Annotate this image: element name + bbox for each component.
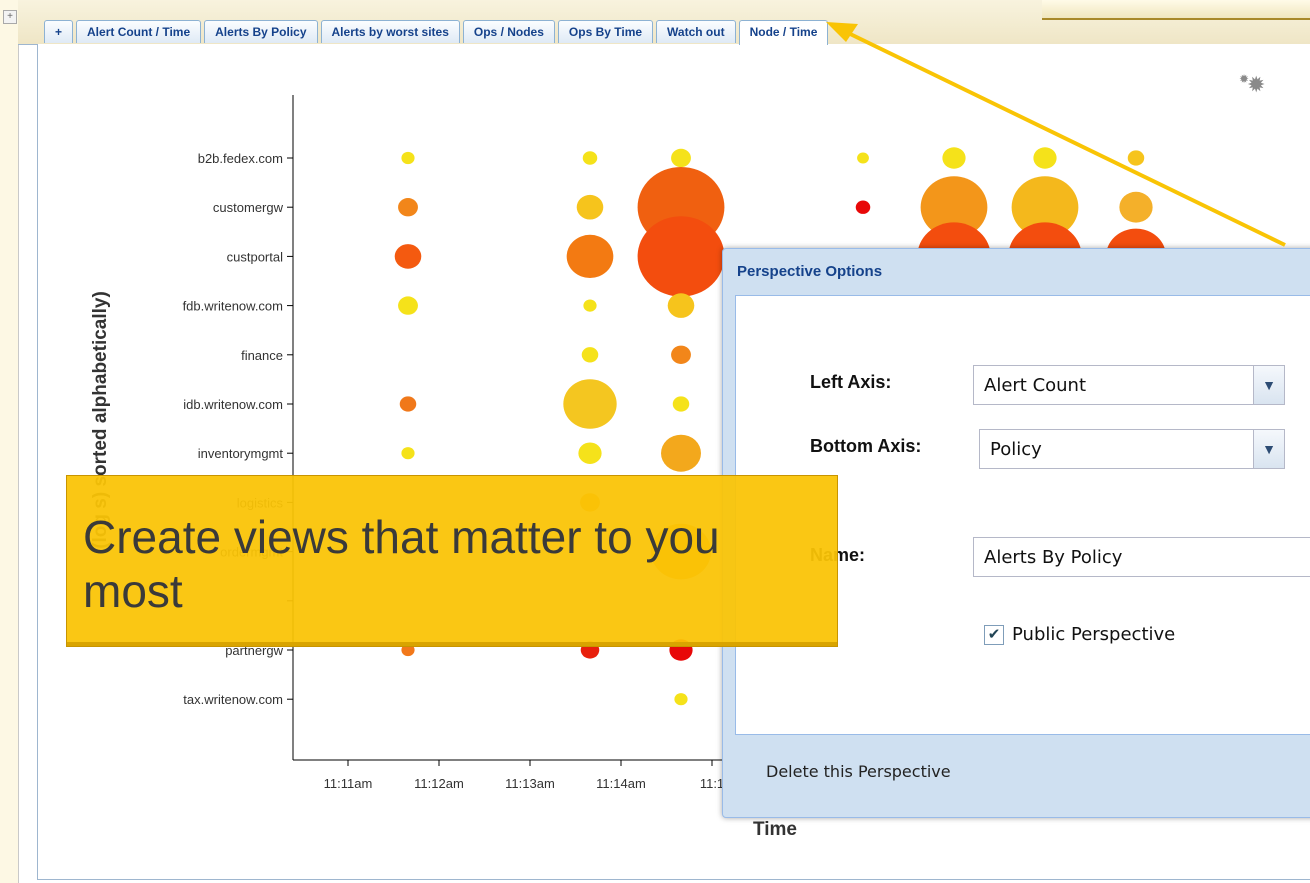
tab-ops-nodes[interactable]: Ops / Nodes <box>462 20 555 43</box>
bubble <box>857 152 869 164</box>
y-tick-label: b2b.fedex.com <box>198 151 283 166</box>
y-tick-label: tax.writenow.com <box>183 692 283 707</box>
tab-watch-out[interactable]: Watch out <box>656 20 736 43</box>
tab-alerts-by-worst-sites[interactable]: Alerts by worst sites <box>320 20 460 43</box>
bubble <box>399 396 417 412</box>
bubble <box>855 200 871 214</box>
bubble <box>1033 147 1057 169</box>
name-input[interactable]: Alerts By Policy <box>973 537 1310 577</box>
x-tick-label: 11:13am <box>505 776 555 791</box>
bubble <box>674 693 688 706</box>
tab-alerts-by-policy[interactable]: Alerts By Policy <box>204 20 318 43</box>
x-tick-label: 11:14am <box>596 776 646 791</box>
x-tick-label: 11:1 <box>700 776 724 791</box>
bubble <box>583 299 597 312</box>
bubble <box>672 396 690 412</box>
check-icon: ✔ <box>987 626 1001 643</box>
bottom-axis-select[interactable]: Policy ▼ <box>979 429 1285 469</box>
bubble <box>398 198 418 217</box>
bubble <box>661 434 701 472</box>
left-axis-value: Alert Count <box>984 375 1087 396</box>
bubble <box>566 234 614 278</box>
x-tick-label: 11:12am <box>414 776 464 791</box>
left-gutter: + <box>0 0 19 883</box>
bubble <box>576 194 604 220</box>
bubble <box>1127 150 1145 166</box>
bubble <box>401 447 415 460</box>
left-axis-select[interactable]: Alert Count ▼ <box>973 365 1285 405</box>
dialog-title: Perspective Options <box>737 263 883 280</box>
y-tick-label: finance <box>241 348 283 363</box>
tab-ops-by-time[interactable]: Ops By Time <box>557 20 654 43</box>
bubble <box>394 244 422 269</box>
bottom-axis-value: Policy <box>990 439 1042 460</box>
tab-alert-count-time[interactable]: Alert Count / Time <box>76 20 202 43</box>
expand-plus-icon[interactable]: + <box>3 10 17 24</box>
perspective-tabs: + Alert Count / Time Alerts By Policy Al… <box>44 20 829 45</box>
y-tick-label: customergw <box>213 200 284 215</box>
chevron-down-icon[interactable]: ▼ <box>1253 366 1284 404</box>
small-gear-icon: ✹ <box>1239 72 1250 86</box>
callout-banner: Create views that matter to you most <box>66 475 838 647</box>
bubble <box>581 347 599 363</box>
public-perspective-checkbox[interactable]: ✔ <box>984 625 1004 645</box>
bubble <box>578 442 602 464</box>
topbar-accent <box>1042 0 1310 20</box>
y-tick-label: fdb.writenow.com <box>183 299 283 314</box>
public-perspective-label: Public Perspective <box>1012 624 1176 645</box>
bubble <box>582 151 598 165</box>
bubble <box>401 151 415 165</box>
chevron-down-icon[interactable]: ▼ <box>1253 430 1284 468</box>
x-tick-label: 11:11am <box>324 776 373 791</box>
name-value: Alerts By Policy <box>984 547 1123 568</box>
y-tick-label: idb.writenow.com <box>183 397 283 412</box>
tab-node-time[interactable]: Node / Time <box>738 20 829 45</box>
bubble <box>671 148 691 168</box>
bubble <box>671 345 691 364</box>
delete-perspective-link[interactable]: Delete this Perspective <box>766 762 951 781</box>
tab-add[interactable]: + <box>44 20 74 43</box>
callout-text: Create views that matter to you most <box>83 511 720 617</box>
bubble <box>667 293 695 318</box>
bottom-axis-label: Bottom Axis: <box>810 436 922 456</box>
bubble <box>398 296 418 315</box>
bubble <box>637 216 725 297</box>
bubble <box>942 147 966 169</box>
y-tick-label: custportal <box>227 249 283 264</box>
y-tick-label: inventorymgmt <box>198 446 284 461</box>
x-axis-title: Time <box>753 819 797 840</box>
bubble <box>563 379 617 429</box>
bubble <box>1119 191 1153 223</box>
left-axis-label: Left Axis: <box>810 372 892 392</box>
